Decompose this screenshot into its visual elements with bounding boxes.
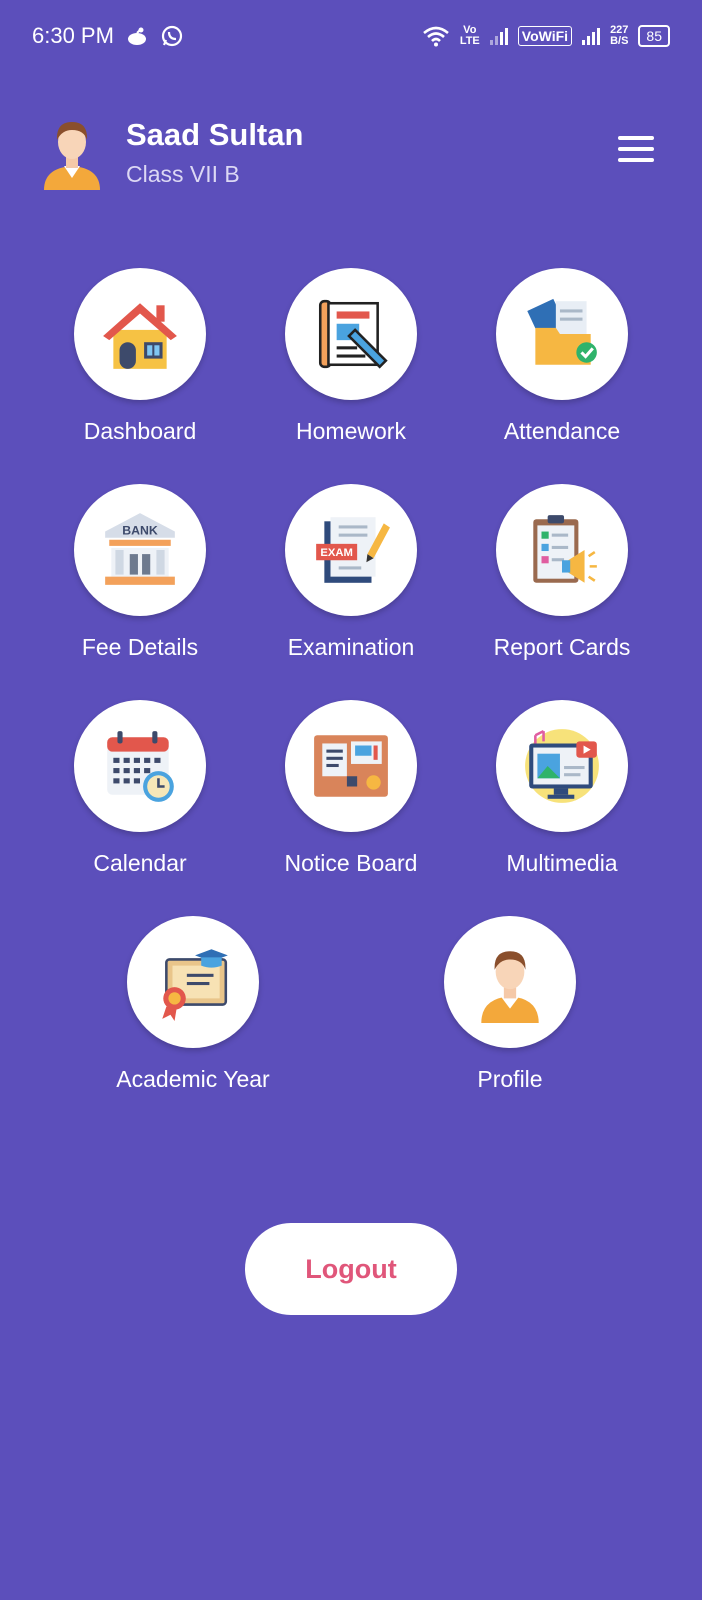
menu-tile-profile[interactable]: Profile — [415, 916, 605, 1106]
exam-icon: EXAM — [316, 517, 390, 583]
logout-button[interactable]: Logout — [245, 1223, 457, 1315]
profile-header: Saad Sultan Class VII B — [40, 110, 662, 194]
user-class: Class VII B — [126, 160, 240, 187]
volte-indicator: Vo LTE — [459, 24, 480, 47]
menu-icon-line — [618, 147, 654, 151]
report-cards-label: Report Cards — [493, 634, 631, 660]
menu-icon-line — [618, 158, 654, 162]
calendar-clock-icon — [107, 731, 174, 802]
menu-tile-academic-year[interactable]: Academic Year — [98, 916, 288, 1106]
status-bar: 6:30 PM Vo LTE VoWiFi 227 B/S 85 — [0, 0, 702, 72]
menu-tile-multimedia[interactable]: Multimedia — [467, 700, 657, 890]
report-cards-button[interactable] — [496, 484, 628, 616]
signal-strength-icon — [489, 27, 508, 45]
dashboard-label: Dashboard — [83, 418, 197, 444]
person-icon — [481, 951, 539, 1023]
status-time: 6:30 PM — [32, 23, 114, 48]
wifi-icon — [422, 25, 450, 47]
bank-icon: BANK — [105, 513, 175, 585]
homework-button[interactable] — [285, 268, 417, 400]
homework-icon — [318, 299, 388, 369]
menu-tile-calendar[interactable]: Calendar — [45, 700, 235, 890]
menu-tile-homework[interactable]: Homework — [256, 268, 446, 458]
multimedia-label: Multimedia — [506, 850, 618, 876]
academic-year-label: Academic Year — [116, 1066, 270, 1092]
profile-label: Profile — [477, 1066, 543, 1092]
homework-label: Homework — [296, 418, 406, 444]
academic-year-button[interactable] — [127, 916, 259, 1048]
menu-tile-notice-board[interactable]: Notice Board — [256, 700, 446, 890]
battery-indicator: 85 — [638, 25, 670, 47]
attendance-folder-icon — [527, 298, 597, 365]
whatsapp-icon — [160, 24, 184, 48]
calendar-label: Calendar — [93, 850, 187, 876]
user-name: Saad Sultan — [126, 116, 304, 152]
fee-details-label: Fee Details — [81, 634, 199, 660]
notice-board-button[interactable] — [285, 700, 417, 832]
notice-board-icon — [314, 735, 388, 797]
menu-tile-report-cards[interactable]: Report Cards — [467, 484, 657, 674]
notice-board-label: Notice Board — [284, 850, 418, 876]
menu-tile-examination[interactable]: EXAM Examination — [256, 484, 446, 674]
multimedia-button[interactable] — [496, 700, 628, 832]
bank-sign-text: BANK — [122, 524, 158, 538]
certificate-icon — [162, 949, 228, 1021]
hamburger-menu-button[interactable] — [618, 136, 654, 162]
profile-button[interactable] — [444, 916, 576, 1048]
fee-details-button[interactable]: BANK — [74, 484, 206, 616]
exam-sign-text: EXAM — [320, 547, 353, 559]
report-clipboard-icon — [533, 515, 597, 583]
attendance-label: Attendance — [503, 418, 621, 444]
notification-app-icon — [126, 26, 148, 46]
examination-label: Examination — [287, 634, 415, 660]
attendance-button[interactable] — [496, 268, 628, 400]
menu-tile-fee-details[interactable]: BANK Fee Details — [45, 484, 235, 674]
vowifi-indicator: VoWiFi — [517, 26, 573, 46]
menu-icon-line — [618, 136, 654, 140]
avatar — [44, 122, 100, 190]
house-icon — [103, 303, 177, 369]
examination-button[interactable]: EXAM — [285, 484, 417, 616]
calendar-button[interactable] — [74, 700, 206, 832]
menu-tile-attendance[interactable]: Attendance — [467, 268, 657, 458]
network-speed: 227 B/S — [610, 24, 629, 47]
menu-tile-dashboard[interactable]: Dashboard — [45, 268, 235, 458]
multimedia-monitor-icon — [525, 729, 599, 803]
signal-strength-icon-2 — [582, 27, 601, 45]
dashboard-button[interactable] — [74, 268, 206, 400]
